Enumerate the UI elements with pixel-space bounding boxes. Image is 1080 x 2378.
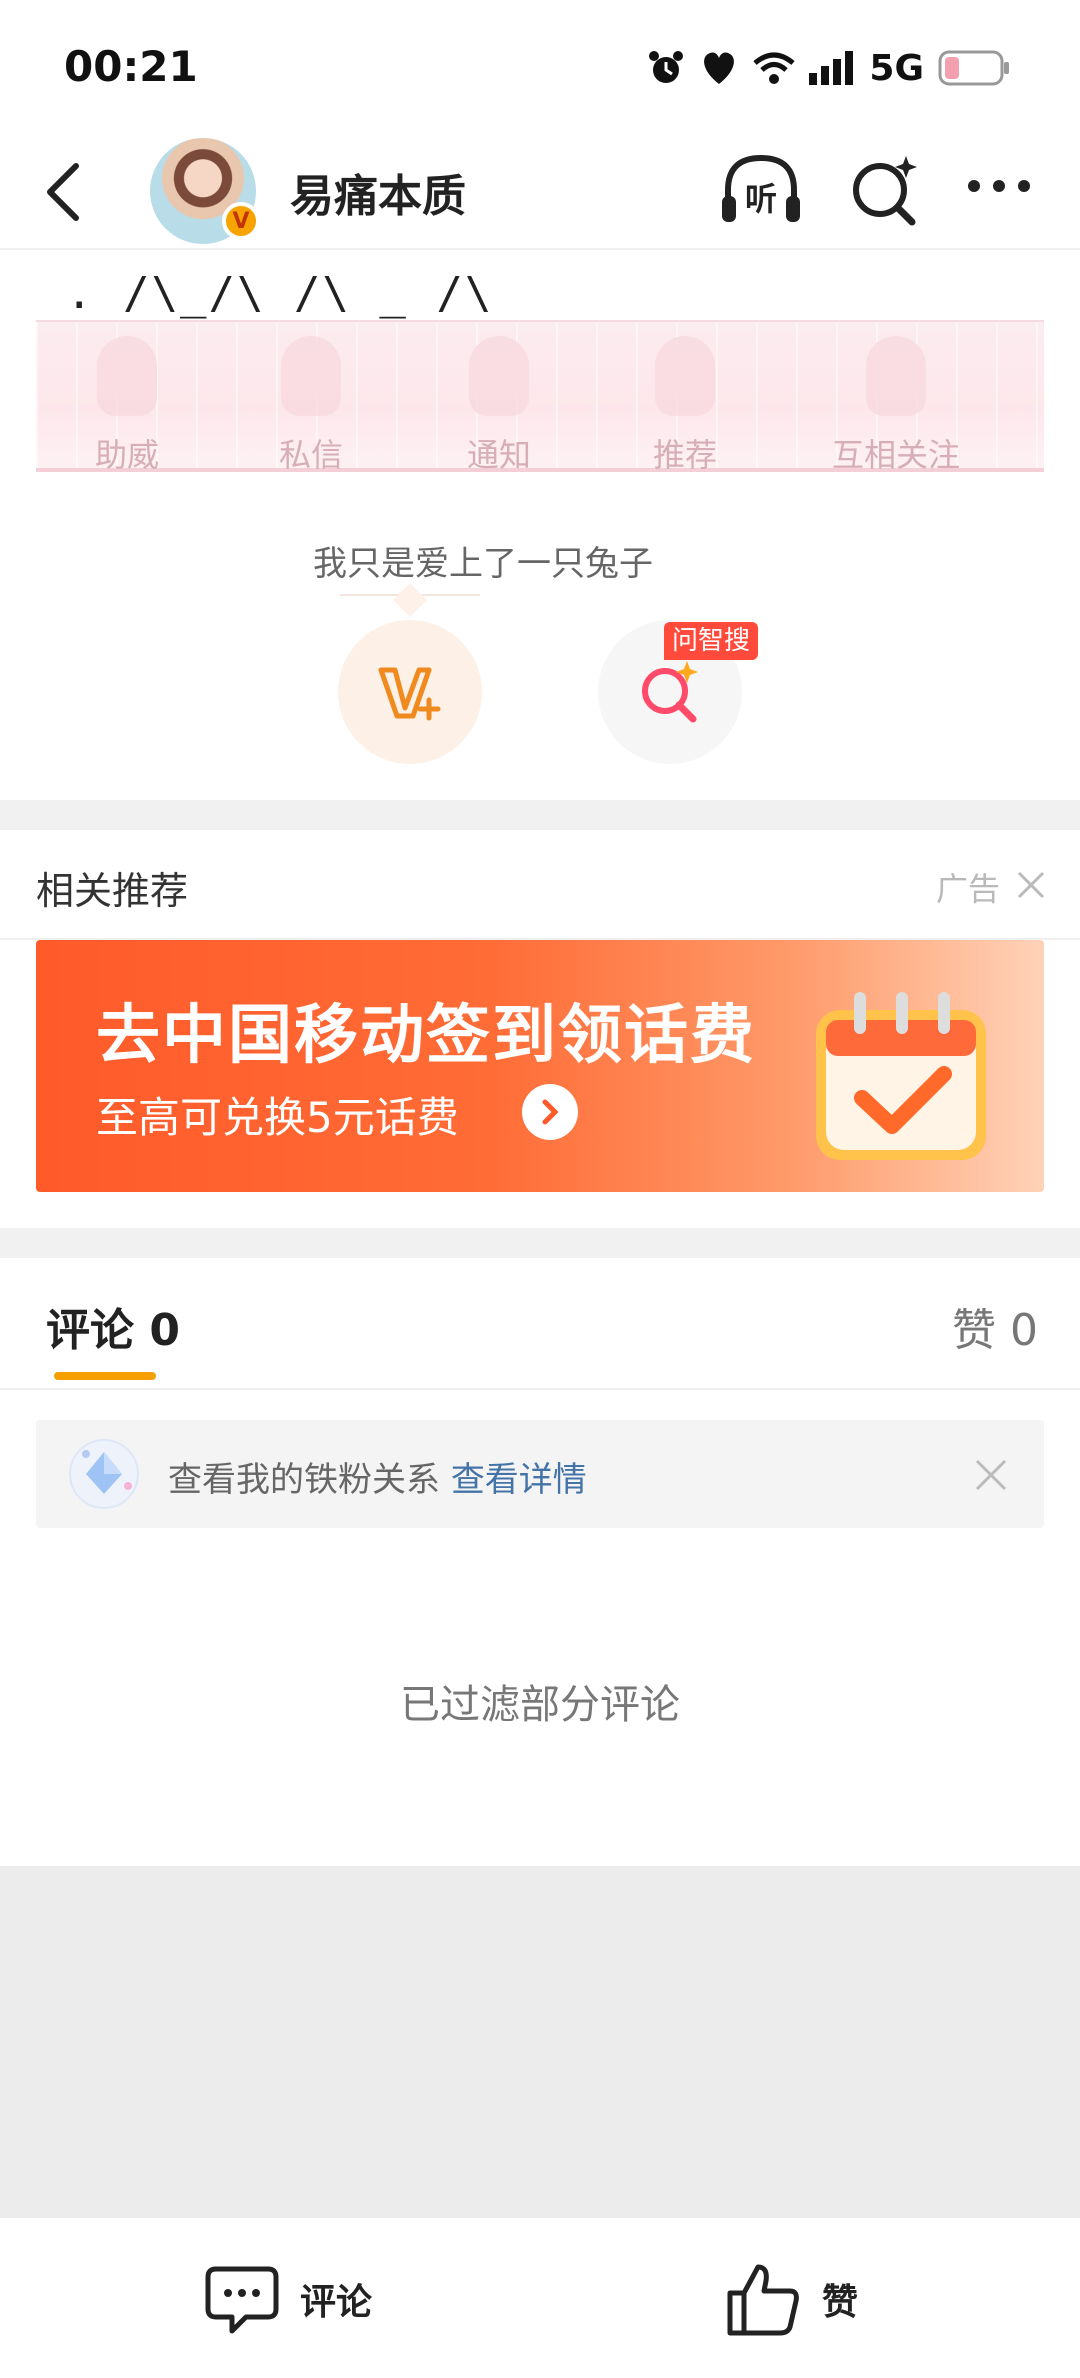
like-button-label: 赞 <box>822 2282 859 2323</box>
banner-label: 私信 <box>278 436 343 474</box>
recommend-title: 相关推荐 <box>36 869 189 913</box>
vplus-icon <box>378 667 441 721</box>
ai-search-icon <box>853 156 917 226</box>
listen-button[interactable]: 听 <box>718 150 804 230</box>
signal-icon <box>809 51 854 85</box>
status-time: 00:21 <box>64 42 198 91</box>
fans-details-link[interactable]: 查看详情 <box>451 1460 587 1500</box>
more-dots-icon <box>968 180 1030 192</box>
ad-banner[interactable]: 去中国移动签到领话费 至高可兑换5元话费 <box>36 940 1044 1192</box>
section-divider <box>0 800 1080 830</box>
banner-label: 推荐 <box>652 436 717 474</box>
post-caption: 我只是爱上了一只兔子 <box>313 544 653 584</box>
alarm-icon <box>649 51 684 83</box>
section-divider <box>0 1228 1080 1258</box>
battery-icon <box>938 50 1009 86</box>
bunny-figure-icon <box>469 336 529 416</box>
ai-search-button[interactable] <box>846 150 926 230</box>
thumbs-up-icon <box>727 2264 799 2336</box>
active-tab-indicator <box>54 1372 156 1380</box>
like-button[interactable]: 赞 <box>726 2254 858 2344</box>
caption-pointer <box>393 583 427 617</box>
comments-tabs: 评论 0 赞 0 <box>0 1258 1080 1390</box>
wifi-icon <box>753 52 796 84</box>
back-button[interactable] <box>34 156 94 226</box>
nav-bar: V 易痛本质 听 <box>0 130 1080 250</box>
banner-label: 通知 <box>466 436 531 474</box>
decorative-banner: 助威 私信 通知 推荐 互相关注 <box>36 320 1044 474</box>
page-title[interactable]: 易痛本质 <box>290 160 466 224</box>
fans-close-button[interactable] <box>974 1458 1008 1492</box>
ad-headline: 去中国移动签到领话费 <box>96 999 756 1073</box>
smart-search-tag: 问智搜 <box>664 622 759 660</box>
chevron-left-icon <box>47 163 79 221</box>
banner-item-follow[interactable]: 互相关注 <box>796 330 996 474</box>
cake-figure-icon <box>866 336 926 416</box>
status-icons: 5G <box>647 46 1010 90</box>
banner-label: 互相关注 <box>831 436 960 474</box>
comment-button[interactable]: 评论 <box>204 2254 372 2344</box>
diamond-icon <box>69 1439 139 1509</box>
network-type: 5G <box>869 47 924 89</box>
tab-likes[interactable]: 赞 0 <box>952 1294 1038 1358</box>
banner-item-message[interactable]: 私信 <box>236 330 386 474</box>
bottom-action-bar: 评论 赞 <box>0 2216 1080 2378</box>
ad-subline: 至高可兑换5元话费 <box>96 1093 459 1142</box>
banner-label: 助威 <box>94 436 159 474</box>
ad-close-button[interactable] <box>1016 870 1046 900</box>
fans-text: 查看我的铁粉关系 查看详情 <box>168 1452 587 1501</box>
calendar-check-icon <box>816 992 986 1160</box>
ad-arrow-button[interactable] <box>522 1084 578 1140</box>
empty-area <box>0 1866 1080 2216</box>
status-bar: 00:21 5G <box>0 0 1080 130</box>
bunny-figure-icon <box>97 336 157 416</box>
heart-icon <box>704 52 735 84</box>
post-text: . /\_/\ /\ _ /\ <box>66 268 494 319</box>
filtered-comments-note: 已过滤部分评论 <box>400 1682 680 1728</box>
banner-item-notice[interactable]: 通知 <box>424 330 574 474</box>
chevron-right-icon <box>542 1099 559 1125</box>
comment-button-label: 评论 <box>300 2282 373 2323</box>
ad-label: 广告 <box>935 870 1000 908</box>
comment-bubble-icon <box>205 2266 279 2334</box>
fans-label: 查看我的铁粉关系 <box>168 1460 440 1500</box>
vplus-button[interactable] <box>338 620 482 764</box>
banner-item-support[interactable]: 助威 <box>52 330 202 474</box>
close-icon <box>1017 871 1045 899</box>
fans-relation-bar[interactable]: 查看我的铁粉关系 查看详情 <box>36 1420 1044 1528</box>
recommend-header: 相关推荐 广告 <box>0 830 1080 940</box>
cupcake-figure-icon <box>655 336 715 416</box>
icecream-figure-icon <box>281 336 341 416</box>
banner-item-recommend[interactable]: 推荐 <box>610 330 760 474</box>
close-icon <box>975 1459 1007 1491</box>
smart-search-icon <box>642 661 698 723</box>
tab-comments[interactable]: 评论 0 <box>46 1294 180 1358</box>
more-button[interactable] <box>964 156 1034 216</box>
listen-label: 听 <box>744 180 777 218</box>
verified-badge: V <box>222 202 260 240</box>
